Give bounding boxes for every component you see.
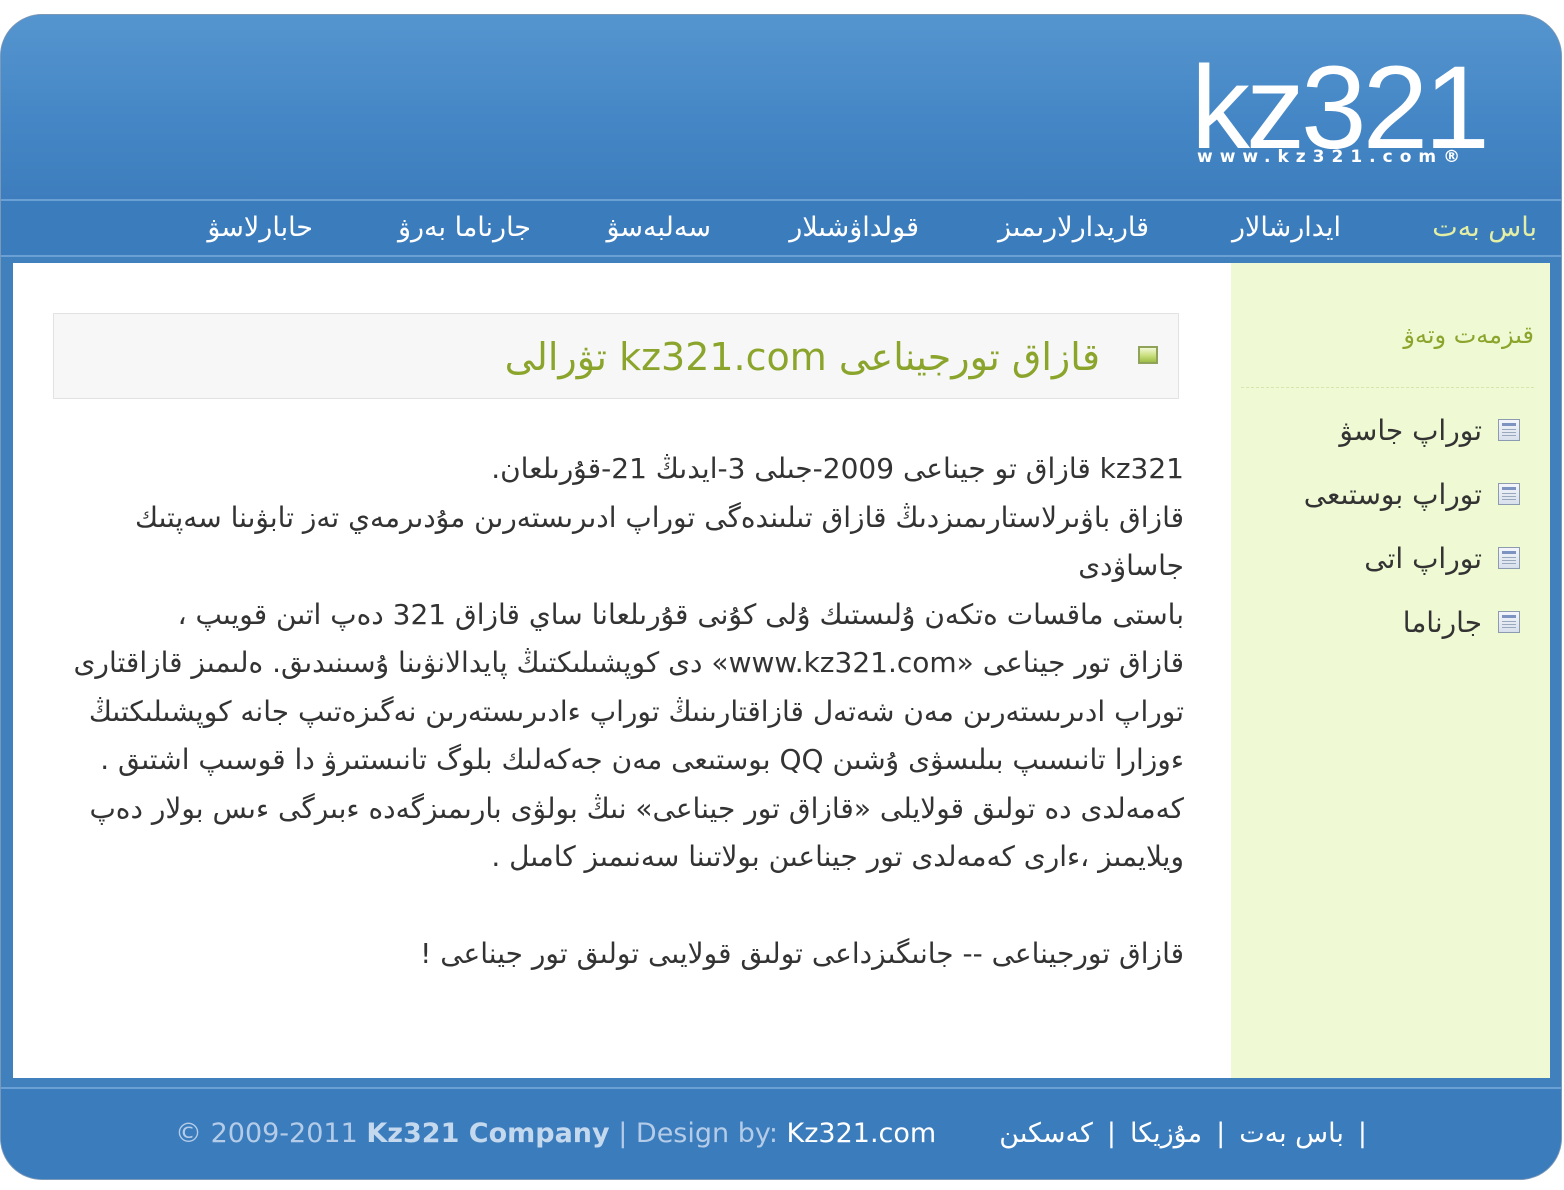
article-paragraph: kz321 قازاق تو جيناعى 2009-جىلى 3-ايدىڭ … [491,452,1184,485]
document-list-icon [1498,547,1520,569]
sidebar-title: قىزمەت وتەۋ [1403,321,1534,349]
footer-copyright: © 2009-2011 Kz321 Company | Design by: K… [175,1109,936,1159]
article-body: kz321 قازاق تو جيناعى 2009-جىلى 3-ايدىڭ … [53,445,1184,979]
bullet-square-icon [1138,346,1158,364]
article-paragraph: قازاق باۋىرلاستارىمىزدىڭ قازاق تىلىندەگى… [134,500,1184,583]
nav-item-cooperation[interactable]: سەلبەسۋ [606,201,711,255]
document-list-icon [1498,483,1520,505]
site-footer: © 2009-2011 Kz321 Company | Design by: K… [1,1087,1561,1179]
site-header: kz321 www.kz321.com® [1,15,1561,199]
design-by-label: | Design by: [618,1118,778,1149]
site-logo-url: www.kz321.com® [1197,147,1468,167]
footer-links: | باس بەت | مۇزيكا | كەسكىن [999,1109,1381,1159]
article-paragraph: باستى ماقسات ەتكەن ۇلىستىك ۇلى كۇنى قۇرى… [177,597,1184,631]
nav-item-admins[interactable]: ايدارشالار [1232,201,1341,255]
nav-item-advertise[interactable]: جارناما بەرۋ [398,201,531,255]
nav-item-supporters[interactable]: قولداۋشىلار [789,201,919,255]
main-area: قازاق تورجيناعى kz321.com تۋرالى kz321 ق… [13,263,1550,1078]
company-name: Kz321 Company [366,1118,610,1149]
sidebar-item-site-building[interactable]: توراپ جاسۋ [1264,411,1524,451]
sidebar-item-hosting[interactable]: توراپ بوستىعى [1264,475,1524,515]
nav-item-home[interactable]: باس بەت [1432,201,1537,255]
document-list-icon [1498,611,1520,633]
article-closing: قازاق تورجيناعى -- جانىگىزداعى تولىق قول… [420,937,1184,970]
footer-separator: | [1106,1118,1116,1149]
content-column: قازاق تورجيناعى kz321.com تۋرالى kz321 ق… [13,263,1231,1078]
footer-separator: | [1357,1118,1367,1149]
footer-separator: | [1216,1118,1226,1149]
article-title: قازاق تورجيناعى kz321.com تۋرالى [504,335,1100,379]
footer-link-music[interactable]: مۇزيكا [1130,1118,1202,1149]
article-title-box: قازاق تورجيناعى kz321.com تۋرالى [53,313,1179,399]
sidebar-item-label: توراپ جاسۋ [1339,414,1482,447]
sidebar-item-ads[interactable]: جارناما [1264,603,1524,643]
footer-link-pictures[interactable]: كەسكىن [999,1118,1093,1149]
nav-item-contact[interactable]: حابارلاسۋ [207,201,313,255]
sidebar-item-label: توراپ بوستىعى [1303,478,1482,511]
footer-link-home[interactable]: باس بەت [1239,1118,1344,1149]
sidebar-item-label: توراپ اتى [1364,542,1482,575]
sidebar-item-domain[interactable]: توراپ اتى [1264,539,1524,579]
main-nav: باس بەت ايدارشالار قاريدارلارىمىز قولداۋ… [1,199,1561,257]
copyright-years: © 2009-2011 [175,1118,358,1149]
article-paragraph: قازاق تور جيناعى «www.kz321.com» دى كوپش… [73,646,1184,873]
services-sidebar: قىزمەت وتەۋ توراپ جاسۋ توراپ بوستىعى تور… [1231,263,1550,1078]
page-frame: kz321 www.kz321.com® باس بەت ايدارشالار … [0,14,1562,1180]
sidebar-divider [1241,387,1534,388]
document-list-icon [1498,419,1520,441]
nav-item-visitors[interactable]: قاريدارلارىمىز [998,201,1149,255]
designer-link[interactable]: Kz321.com [787,1118,937,1149]
sidebar-item-label: جارناما [1402,606,1482,639]
